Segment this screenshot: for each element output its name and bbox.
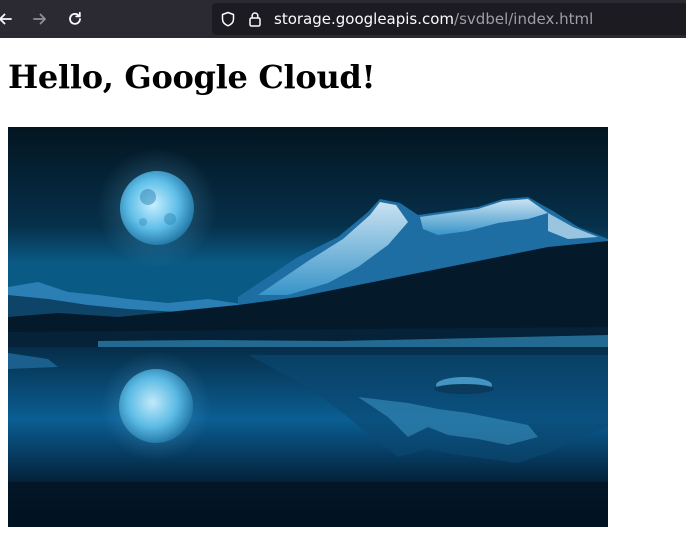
address-bar[interactable]: storage.googleapis.com/svdbel/index.html [212,3,686,35]
moonlit-lake-image [8,127,608,527]
forward-button[interactable] [27,6,53,32]
arrow-left-icon [0,13,12,25]
url-path: /svdbel/index.html [454,10,594,28]
url-text[interactable]: storage.googleapis.com/svdbel/index.html [274,3,593,35]
shield-icon[interactable] [220,11,236,27]
back-button[interactable] [0,6,18,32]
page-heading: Hello, Google Cloud! [8,58,376,96]
url-host: storage.googleapis.com [274,10,455,28]
reload-icon [69,11,81,25]
reload-button[interactable] [62,6,88,32]
lock-icon[interactable] [247,11,263,27]
browser-toolbar: storage.googleapis.com/svdbel/index.html [0,0,686,38]
arrow-right-icon [33,13,46,25]
